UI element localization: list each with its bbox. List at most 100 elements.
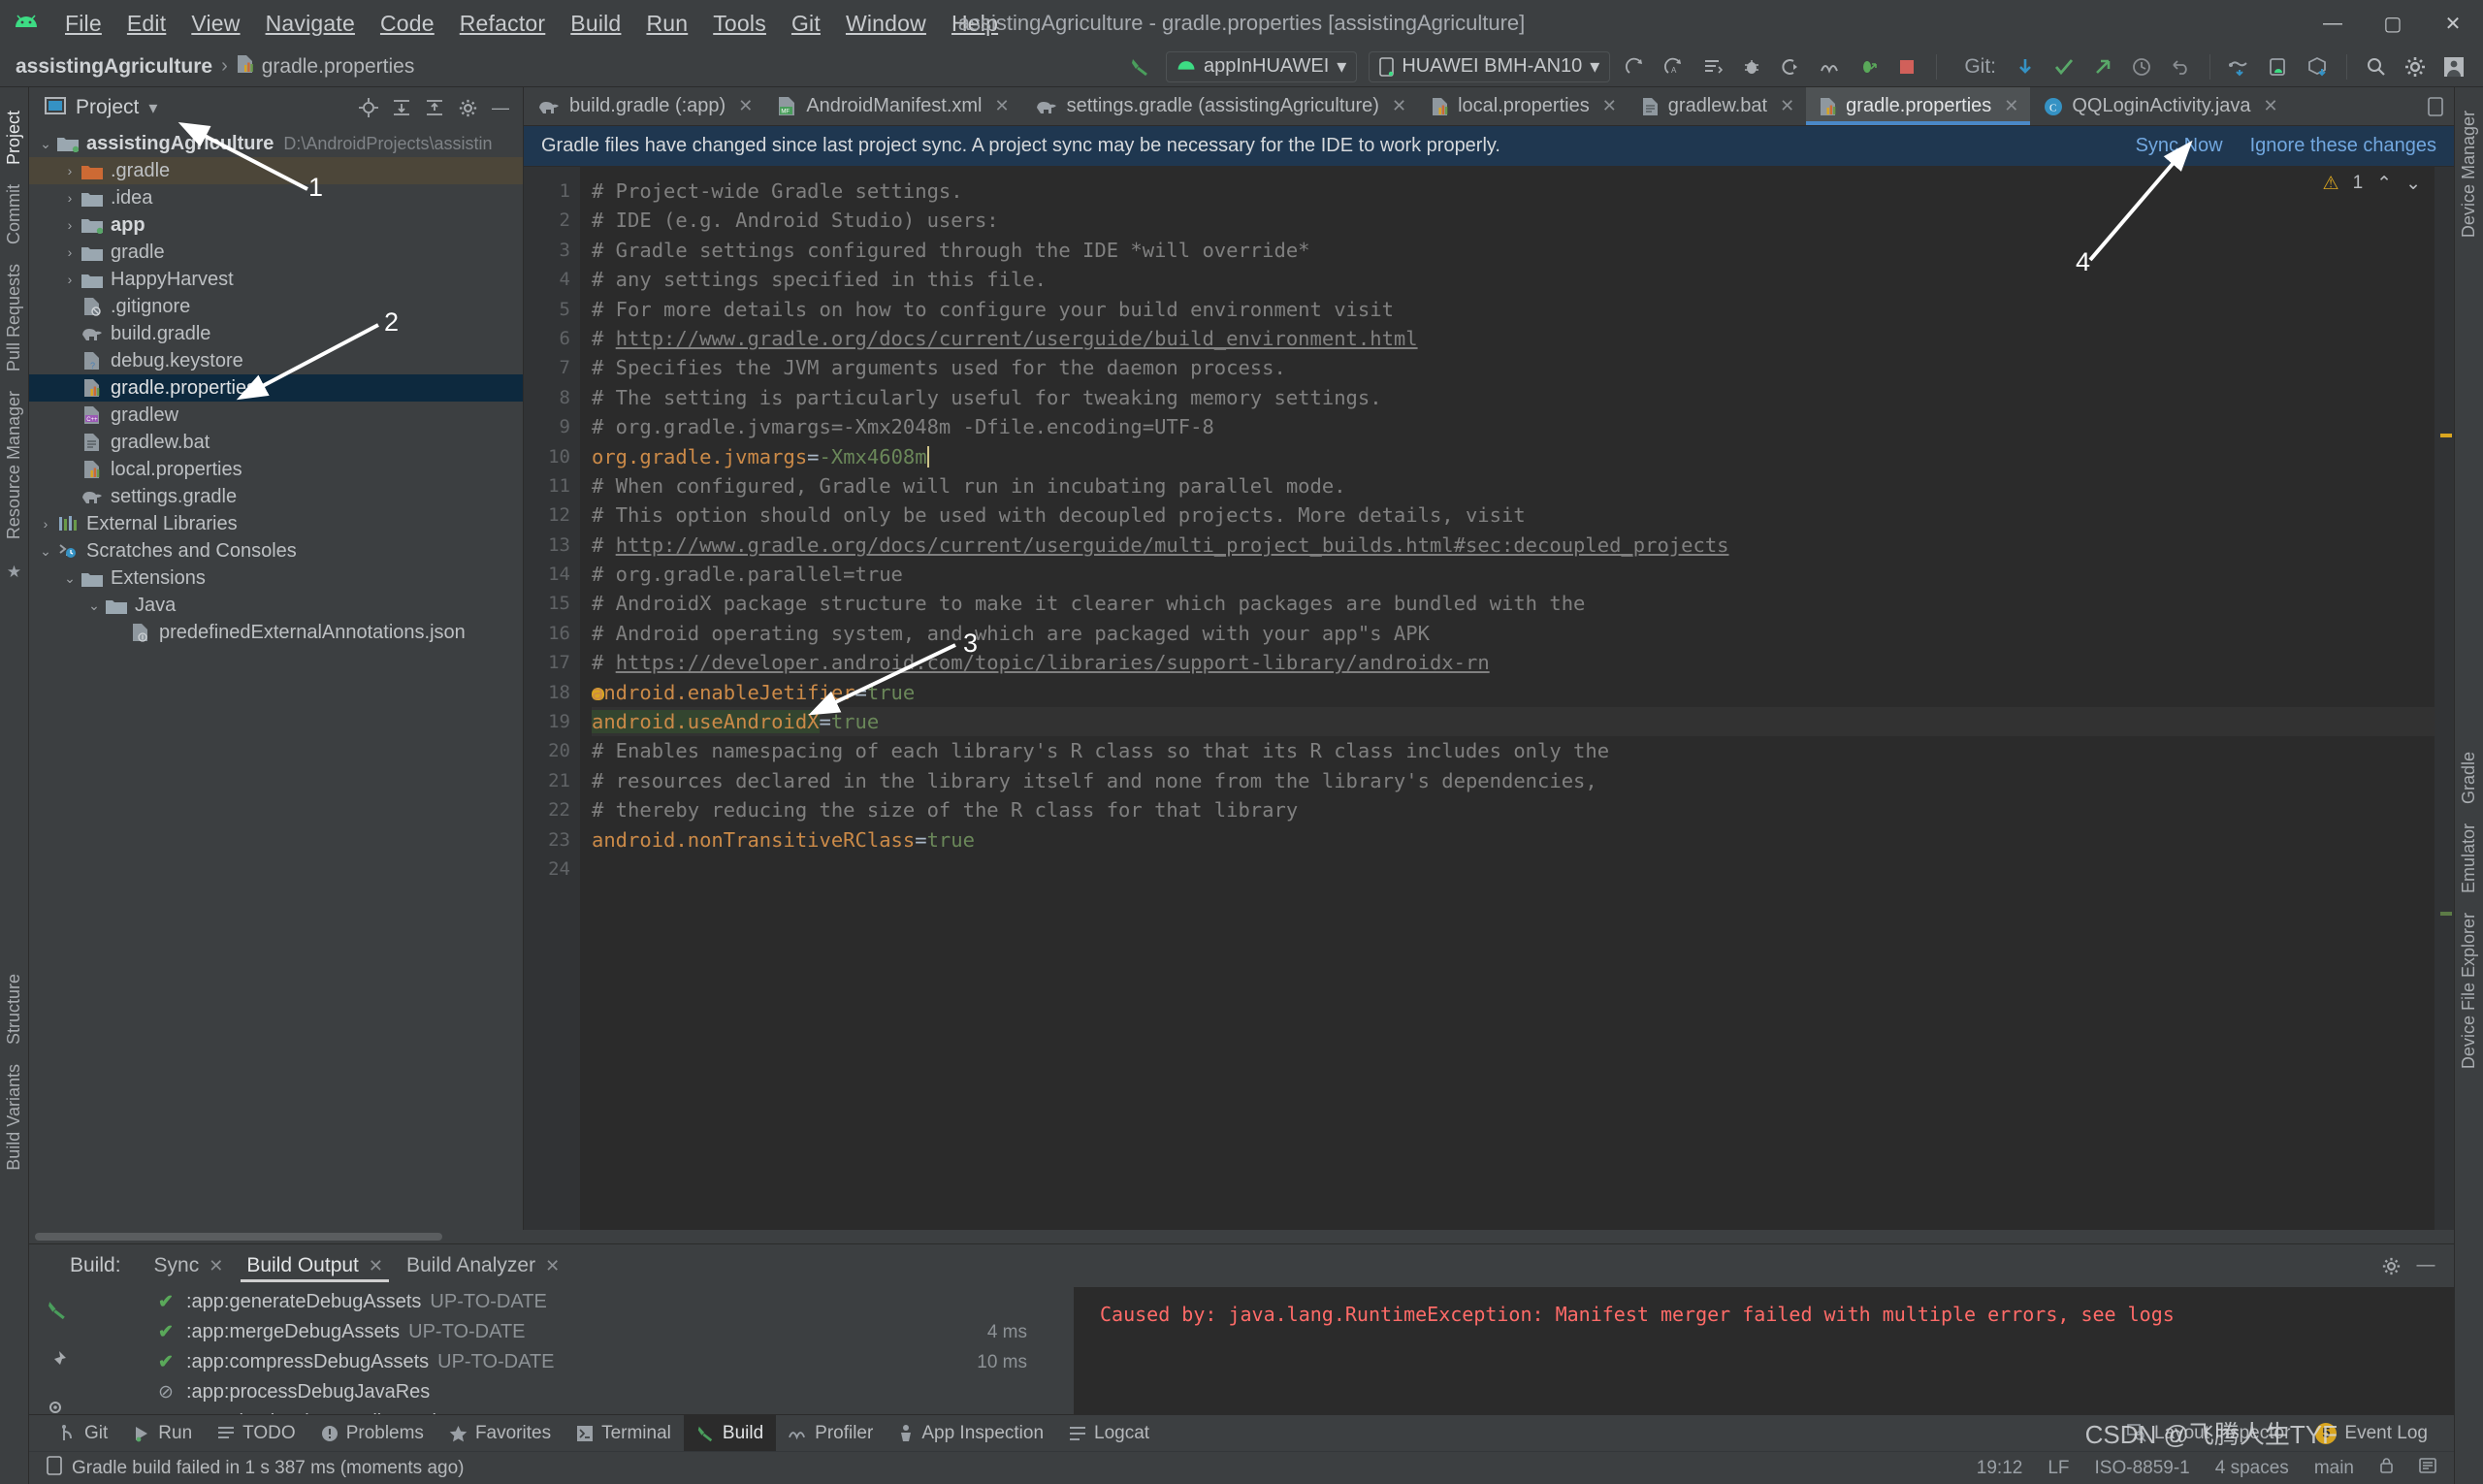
build-console[interactable]: Caused by: java.lang.RuntimeException: M… (1084, 1287, 2454, 1414)
gear-icon[interactable] (453, 94, 482, 121)
rail-item-emulator[interactable]: Emulator (2459, 814, 2479, 903)
scroll-from-source-icon[interactable] (354, 94, 383, 121)
tool-button-git[interactable]: Git (47, 1415, 120, 1451)
close-icon[interactable]: ✕ (995, 96, 1010, 116)
file-encoding[interactable]: ISO-8859-1 (2095, 1458, 2190, 1479)
rail-item-device-manager[interactable]: Device Manager (2459, 101, 2479, 247)
gear-icon[interactable] (2376, 1251, 2405, 1280)
tree-node-settings-gradle[interactable]: settings.gradle (29, 483, 523, 510)
chevron-down-icon[interactable]: ⌄ (83, 597, 105, 614)
code-line[interactable]: # any settings specified in this file. (592, 265, 2435, 294)
maximize-button[interactable]: ▢ (2363, 0, 2423, 47)
code-line[interactable]: # resources declared in the library itse… (592, 766, 2435, 795)
gear-icon[interactable] (2399, 51, 2432, 82)
tree-node-debug-keystore[interactable]: ? debug.keystore (29, 347, 523, 374)
close-icon[interactable]: ✕ (2004, 96, 2018, 116)
code-line[interactable]: # Project-wide Gradle settings. (592, 177, 2435, 206)
chevron-down-icon[interactable]: ▾ (148, 98, 157, 118)
build-task-row[interactable]: ✔:app:checkDebugDuplicateClasses 27 ms (85, 1407, 1074, 1414)
breadcrumb-project[interactable]: assistingAgriculture (16, 55, 212, 79)
menu-run[interactable]: Run (633, 7, 700, 41)
menu-build[interactable]: Build (558, 7, 633, 41)
chevron-right-icon[interactable]: › (59, 244, 81, 260)
tool-button-todo[interactable]: TODO (205, 1415, 308, 1451)
menu-file[interactable]: File (52, 7, 114, 41)
code-line[interactable]: android.useAndroidX=true (592, 707, 2435, 737)
editor-tab-gradle-properties[interactable]: gradle.properties ✕ (1806, 87, 2031, 125)
tree-node-gradlew-bat[interactable]: gradlew.bat (29, 429, 523, 456)
close-icon[interactable]: ✕ (209, 1256, 223, 1276)
editor-tab-gradlew-bat[interactable]: gradlew.bat ✕ (1628, 87, 1806, 125)
project-pane-title[interactable]: Project (76, 96, 139, 119)
chevron-right-icon[interactable]: › (35, 516, 56, 532)
tree-node-app[interactable]: › app (29, 211, 523, 239)
profiler-icon[interactable] (1813, 51, 1846, 82)
scrollbar-thumb[interactable] (35, 1233, 442, 1241)
gradle-sync-icon[interactable] (2223, 51, 2256, 82)
git-update-icon[interactable] (2009, 51, 2042, 82)
code-line[interactable]: # http://www.gradle.org/docs/current/use… (592, 324, 2435, 353)
stripe-mark-warning[interactable] (2440, 434, 2452, 437)
error-stripe-gutter[interactable] (2435, 167, 2454, 1230)
code-line[interactable]: android.nonTransitiveRClass=true (592, 825, 2435, 855)
chevron-right-icon[interactable]: › (59, 217, 81, 233)
editor-tab-qqloginactivity-java[interactable]: C QQLoginActivity.java ✕ (2030, 87, 2289, 125)
close-icon[interactable]: ✕ (545, 1256, 560, 1276)
prev-problem-icon[interactable]: ⌃ (2376, 173, 2392, 195)
menu-code[interactable]: Code (368, 7, 447, 41)
indent-setting[interactable]: 4 spaces (2215, 1458, 2289, 1479)
editor-tab-settings-gradle-assistingagriculture[interactable]: settings.gradle (assistingAgriculture) ✕ (1021, 87, 1418, 125)
chevron-down-icon[interactable]: ⌄ (59, 570, 81, 587)
code-line[interactable]: # The setting is particularly useful for… (592, 383, 2435, 412)
build-task-row[interactable]: ✔:app:generateDebugAssets UP-TO-DATE (85, 1287, 1074, 1317)
attach-debugger-icon[interactable] (1774, 51, 1807, 82)
menu-refactor[interactable]: Refactor (447, 7, 559, 41)
menu-git[interactable]: Git (779, 7, 833, 41)
editor-tab-local-properties[interactable]: local.properties ✕ (1418, 87, 1628, 125)
close-icon[interactable]: ✕ (1602, 96, 1617, 116)
rail-item-project[interactable]: Project (4, 101, 24, 175)
run-with-coverage-icon[interactable] (1852, 51, 1885, 82)
code-line[interactable]: # Android operating system, and which ar… (592, 619, 2435, 648)
tab-build-analyzer[interactable]: Build Analyzer ✕ (395, 1244, 571, 1287)
expand-all-icon[interactable] (387, 94, 416, 121)
rail-item-resource-manager[interactable]: Resource Manager (4, 381, 24, 549)
hide-pane-icon[interactable]: — (486, 94, 515, 121)
menu-edit[interactable]: Edit (114, 7, 178, 41)
rail-item-device-file-explorer[interactable]: Device File Explorer (2459, 903, 2479, 1079)
close-icon[interactable]: ✕ (369, 1256, 383, 1276)
code-line[interactable]: # This option should only be used with d… (592, 500, 2435, 530)
build-task-row[interactable]: ✔:app:compressDebugAssets UP-TO-DATE 10 ms (85, 1347, 1074, 1377)
code-line[interactable]: # thereby reducing the size of the R cla… (592, 795, 2435, 824)
git-rollback-icon[interactable] (2164, 51, 2197, 82)
close-icon[interactable]: ✕ (738, 96, 753, 116)
code-line[interactable]: # Gradle settings configured through the… (592, 236, 2435, 265)
tool-button-logcat[interactable]: Logcat (1056, 1415, 1162, 1451)
chevron-down-icon[interactable]: ⌄ (35, 136, 56, 152)
minimize-button[interactable]: — (2303, 0, 2363, 47)
tree-node-external-libraries[interactable]: › External Libraries (29, 510, 523, 537)
stop-button[interactable] (1890, 51, 1923, 82)
tree-node-idea[interactable]: › .idea (29, 184, 523, 211)
code-line[interactable]: # IDE (e.g. Android Studio) users: (592, 206, 2435, 235)
code-line[interactable]: android.enableJetifier=true (592, 678, 2435, 707)
tool-button-run[interactable]: Run (120, 1415, 205, 1451)
stripe-mark-change[interactable] (2440, 912, 2452, 916)
chevron-down-icon[interactable]: ⌄ (35, 543, 56, 560)
notification-icon[interactable] (47, 1455, 62, 1481)
avd-manager-icon[interactable] (2262, 51, 2295, 82)
chevron-right-icon[interactable]: › (59, 190, 81, 206)
pin-icon[interactable] (47, 1349, 68, 1376)
ignore-changes-link[interactable]: Ignore these changes (2250, 135, 2436, 157)
tree-node-extensions[interactable]: ⌄ Extensions (29, 565, 523, 592)
git-branch-label[interactable]: main (2314, 1458, 2354, 1479)
code-line[interactable]: # https://developer.android.com/topic/li… (592, 648, 2435, 677)
code-editor[interactable]: 1 2 3 4 5 6 7 8 9 10 11 12 13 14 15 16 17 18 19 20 21 22 23 24 … (524, 167, 2454, 1230)
line-separator[interactable]: LF (2048, 1458, 2069, 1479)
git-push-icon[interactable] (2086, 51, 2119, 82)
tree-node-scratches-and-consoles[interactable]: ⌄ Scratches and Consoles (29, 537, 523, 565)
editor-inspection-widget[interactable]: ⚠ 1 ⌃ ⌄ (2309, 167, 2435, 200)
tool-button-build[interactable]: Build (683, 1415, 777, 1451)
editor-tab-build-gradle-app[interactable]: build.gradle (:app) ✕ (524, 87, 764, 125)
caret-position[interactable]: 19:12 (1977, 1458, 2023, 1479)
